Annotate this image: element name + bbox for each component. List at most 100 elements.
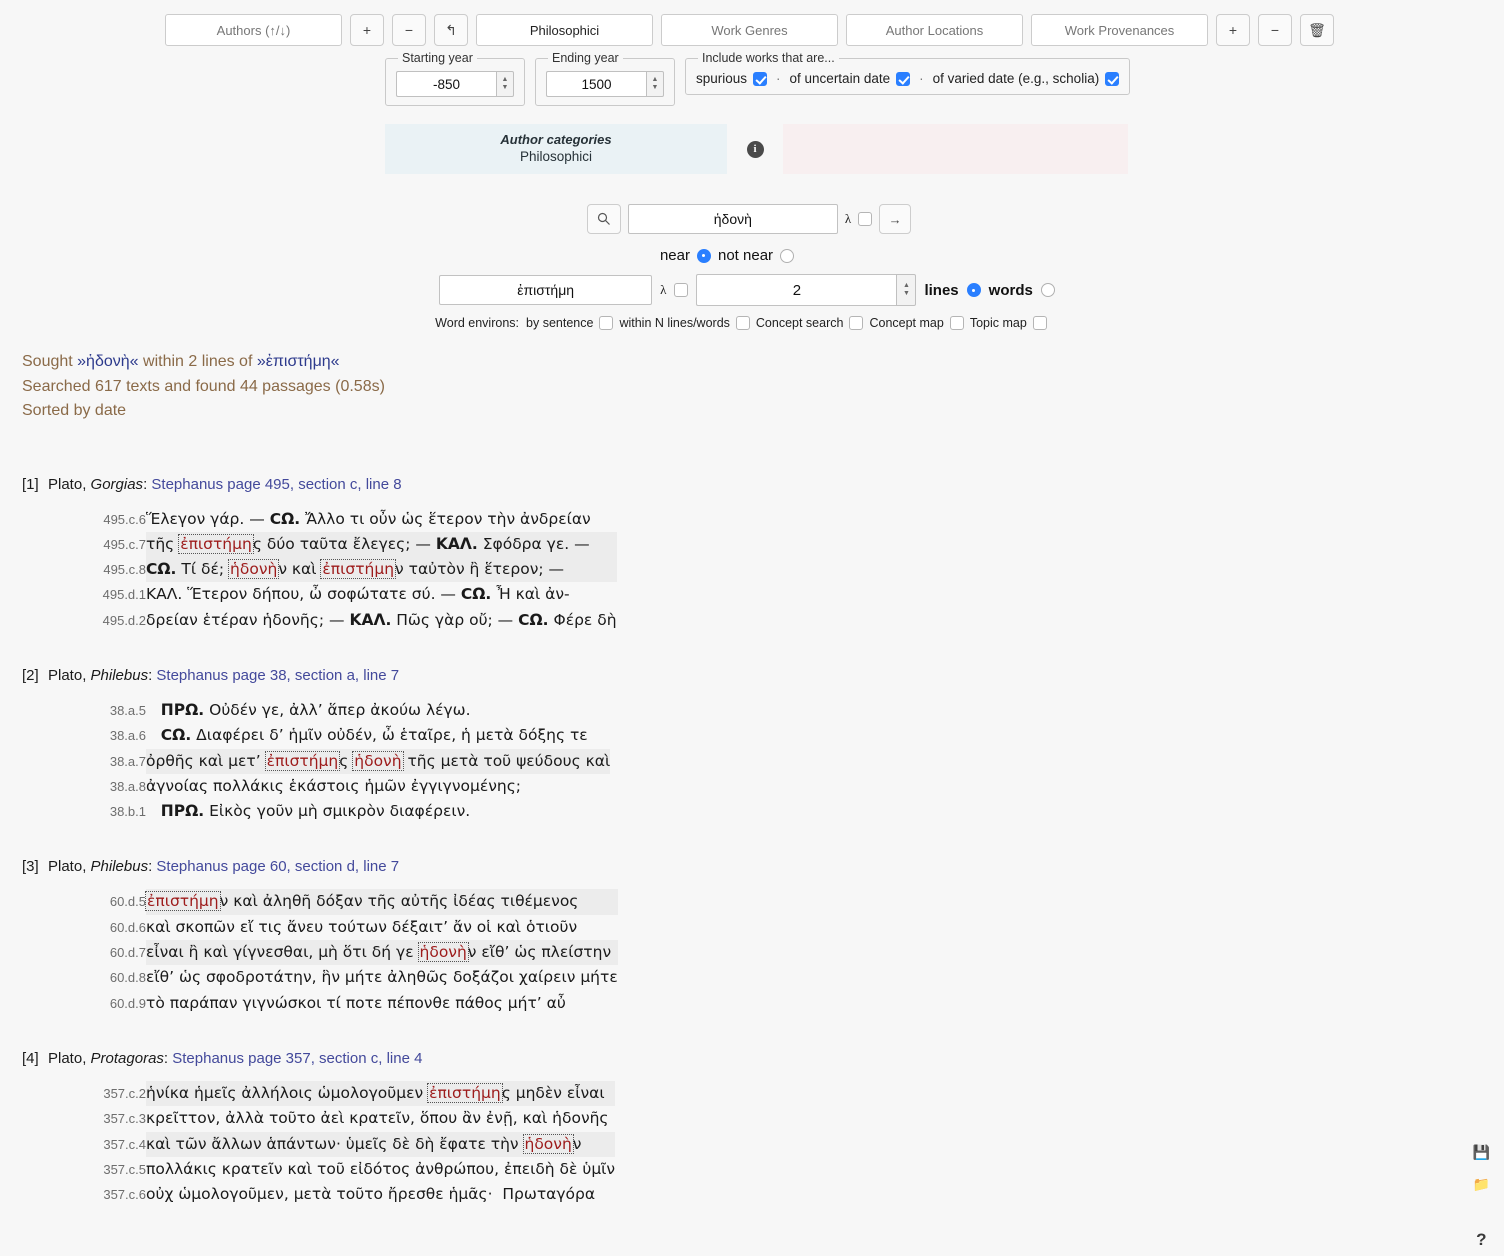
line-text-segment: ν ταὐτὸν ἢ ἕτερον; — <box>395 560 564 578</box>
line-locus[interactable]: 495.c.6 <box>66 507 146 532</box>
remove-category-button[interactable]: − <box>1258 14 1292 46</box>
line-locus[interactable]: 38.a.6 <box>66 723 146 748</box>
line-locus[interactable]: 38.a.8 <box>66 774 146 799</box>
varied-date-checkbox[interactable] <box>1105 72 1119 86</box>
lines-radio[interactable] <box>967 283 981 297</box>
line-text: ΠΡΩ. Εἰκὸς γοῦν μὴ σμικρὸν διαφέρειν. <box>146 799 610 824</box>
line-text-segment: ἀγνοίας πολλάκις ἑκάστοις ἡμῶν ἐγγιγνομέ… <box>146 777 521 795</box>
excluded-categories-box[interactable] <box>783 124 1128 174</box>
ending-year-stepper: ▲▼ <box>546 71 664 97</box>
help-icon[interactable]: ? <box>1476 1231 1486 1248</box>
line-text-segment: ν καὶ ἀληθῆ δόξαν τῆς αὐτῆς ἰδέας τιθέμε… <box>220 892 579 910</box>
line-locus[interactable]: 60.d.9 <box>66 991 146 1016</box>
ending-year-input[interactable] <box>546 71 646 97</box>
line-locus[interactable]: 495.c.8 <box>66 557 146 582</box>
line-text: ἀγνοίας πολλάκις ἑκάστοις ἡμῶν ἐγγιγνομέ… <box>146 774 610 799</box>
passage-line: 38.a.8ἀγνοίας πολλάκις ἑκάστοις ἡμῶν ἐγγ… <box>66 774 610 799</box>
result-index: [4] <box>22 1050 48 1067</box>
line-locus[interactable]: 38.a.7 <box>66 749 146 774</box>
result-citation-link[interactable]: Stephanus page 357, section c, line 4 <box>172 1050 422 1067</box>
starting-year-input[interactable] <box>396 71 496 97</box>
passage-line: 357.c.5πολλάκις κρατεῖν καὶ τοῦ εἰδότος … <box>66 1157 615 1182</box>
line-locus[interactable]: 38.b.1 <box>66 799 146 824</box>
result-citation-link[interactable]: Stephanus page 60, section d, line 7 <box>156 858 399 875</box>
passage-line: 60.d.7εἶναι ἢ καὶ γίγνεσθαι, μὴ ὅτι δή γ… <box>66 940 618 965</box>
result-author: Plato, <box>48 1050 91 1067</box>
line-locus[interactable]: 495.d.1 <box>66 582 146 607</box>
line-text: ὀρθῆς καὶ μετ’ ἐπιστήμης ἡδονὴ τῆς μετὰ … <box>146 749 610 774</box>
starting-year-spin[interactable]: ▲▼ <box>496 71 514 97</box>
result-citation-link[interactable]: Stephanus page 495, section c, line 8 <box>151 476 401 493</box>
line-text: Ἕλεγον γάρ. — CΩ. Ἄλλο τι οὖν ὡς ἕτερον … <box>146 507 617 532</box>
run-search-button[interactable]: → <box>879 204 911 234</box>
selector-row: Authors (↑/↓) + − ↰ Philosophici Work Ge… <box>0 0 1504 46</box>
line-locus[interactable]: 357.c.6 <box>66 1182 146 1207</box>
proximity-distance-spin[interactable]: ▲▼ <box>896 274 916 306</box>
line-locus[interactable]: 357.c.3 <box>66 1106 146 1131</box>
passage-line: 495.c.7τῆς ἐπιστήμης δύο ταῦτα ἔλεγες; —… <box>66 532 617 557</box>
not-near-radio[interactable] <box>780 249 794 263</box>
passage-table: 60.d.5ἐπιστήμην καὶ ἀληθῆ δόξαν τῆς αὐτῆ… <box>66 889 618 1015</box>
authors-select[interactable]: Authors (↑/↓) <box>165 14 342 46</box>
line-locus[interactable]: 357.c.5 <box>66 1157 146 1182</box>
author-locations-select[interactable]: Author Locations <box>846 14 1023 46</box>
swap-author-button[interactable]: ↰ <box>434 14 468 46</box>
line-locus[interactable]: 357.c.4 <box>66 1132 146 1157</box>
line-locus[interactable]: 38.a.5 <box>66 698 146 723</box>
passage-line: 357.c.2ἡνίκα ἡμεῖς ἀλλήλοις ὡμολογοῦμεν … <box>66 1081 615 1106</box>
spurious-checkbox[interactable] <box>753 72 767 86</box>
author-category-select[interactable]: Philosophici <box>476 14 653 46</box>
speaker-abbrev: ΠΡΩ. <box>161 701 204 719</box>
starting-year-fieldset: Starting year ▲▼ <box>385 51 525 106</box>
highlighted-term: ἡδονὴ <box>352 751 403 771</box>
lemmatize-checkbox-2[interactable] <box>674 283 688 297</box>
add-author-button[interactable]: + <box>350 14 384 46</box>
line-text-segment: ὀρθῆς καὶ μετ’ <box>146 752 266 770</box>
info-icon[interactable]: i <box>747 141 764 158</box>
line-locus[interactable]: 357.c.2 <box>66 1081 146 1106</box>
highlighted-term: ἐπιστήμη <box>265 751 341 771</box>
by-sentence-checkbox[interactable] <box>599 316 613 330</box>
remove-author-button[interactable]: − <box>392 14 426 46</box>
concept-search-checkbox[interactable] <box>849 316 863 330</box>
words-radio[interactable] <box>1041 283 1055 297</box>
proximity-distance-input[interactable] <box>696 274 896 306</box>
within-n-checkbox[interactable] <box>736 316 750 330</box>
line-locus[interactable]: 495.c.7 <box>66 532 146 557</box>
line-locus[interactable]: 60.d.7 <box>66 940 146 965</box>
line-locus[interactable]: 495.d.2 <box>66 608 146 633</box>
line-text-segment: οὐχ ὡμολογοῦμεν, μετὰ τοῦτο ἤρεσθε ἡμᾶς·… <box>146 1185 595 1203</box>
passage-line: 495.d.1ΚΑΛ. Ἕτερον δήπου, ὦ σοφώτατε σύ.… <box>66 582 617 607</box>
word-environs-row: Word environs: by sentence within N line… <box>0 316 1504 330</box>
near-radio[interactable] <box>697 249 711 263</box>
line-text-segment: ν <box>573 1135 582 1153</box>
ending-year-spin[interactable]: ▲▼ <box>646 71 664 97</box>
lemmatize-checkbox-1[interactable] <box>858 212 872 226</box>
include-works-options: spurious · of uncertain date · of varied… <box>696 71 1119 86</box>
line-text: ΚΑΛ. Ἕτερον δήπου, ὦ σοφώτατε σύ. — CΩ. … <box>146 582 617 607</box>
proximity-term-input[interactable] <box>439 275 652 305</box>
result-author: Plato, <box>48 476 91 493</box>
passage-line: 60.d.6καὶ σκοπῶν εἴ τις ἄνευ τούτων δέξα… <box>66 915 618 940</box>
line-locus[interactable]: 60.d.5 <box>66 889 146 914</box>
work-genres-select[interactable]: Work Genres <box>661 14 838 46</box>
search-icon[interactable] <box>587 204 621 234</box>
not-near-label: not near <box>718 247 773 264</box>
add-category-button[interactable]: + <box>1216 14 1250 46</box>
ending-year-legend: Ending year <box>548 51 623 65</box>
line-locus[interactable]: 60.d.8 <box>66 965 146 990</box>
uncertain-date-label: of uncertain date <box>790 71 891 86</box>
line-text: CΩ. Τί δέ; ἡδονὴν καὶ ἐπιστήμην ταὐτὸν ἢ… <box>146 557 617 582</box>
search-input[interactable] <box>628 204 838 234</box>
clear-selections-button[interactable]: 🗑 <box>1300 14 1334 46</box>
topic-map-checkbox[interactable] <box>1033 316 1047 330</box>
author-categories-title: Author categories <box>385 132 727 147</box>
result-citation-link[interactable]: Stephanus page 38, section a, line 7 <box>156 667 399 684</box>
author-categories-box[interactable]: Author categories Philosophici <box>385 124 727 174</box>
uncertain-date-checkbox[interactable] <box>896 72 910 86</box>
line-locus[interactable]: 60.d.6 <box>66 915 146 940</box>
work-provenances-select[interactable]: Work Provenances <box>1031 14 1208 46</box>
concept-map-checkbox[interactable] <box>950 316 964 330</box>
line-text: CΩ. Διαφέρει δ’ ἡμῖν οὐδέν, ὦ ἑταῖρε, ἡ … <box>146 723 610 748</box>
passage-line: 60.d.9τὸ παράπαν γιγνώσκοι τί ποτε πέπον… <box>66 991 618 1016</box>
